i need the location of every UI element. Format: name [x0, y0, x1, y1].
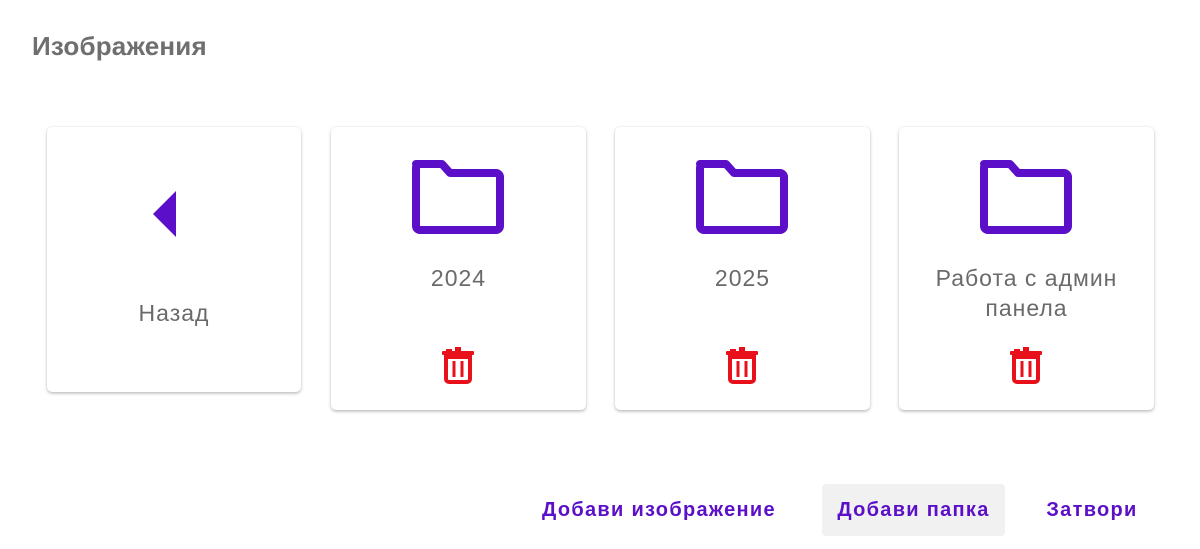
folder-icon — [412, 160, 504, 234]
folder-icon — [980, 160, 1072, 234]
folder-icon — [696, 160, 788, 234]
dialog-title: Изображения — [32, 31, 207, 61]
images-dialog: Изображения Назад 2024 2025 Работа с адм… — [0, 0, 1200, 549]
folder-card-2024[interactable]: 2024 — [331, 127, 586, 410]
folder-label: 2024 — [430, 265, 487, 291]
add-folder-button[interactable]: Добави папка — [822, 484, 1005, 536]
trash-icon[interactable] — [1006, 345, 1046, 385]
trash-icon[interactable] — [722, 345, 762, 385]
back-card[interactable] — [47, 127, 301, 392]
add-image-button[interactable]: Добави изображение — [528, 484, 790, 536]
arrow-left-icon — [153, 191, 176, 237]
folder-label: Работа с админ панела — [935, 265, 1118, 321]
close-button[interactable]: Затвори — [1034, 484, 1150, 536]
trash-icon[interactable] — [438, 345, 478, 385]
folder-card-admin-panel[interactable]: Работа с админ панела — [899, 127, 1154, 410]
folder-label: 2025 — [714, 265, 771, 291]
back-label: Назад — [138, 300, 210, 326]
folder-card-2025[interactable]: 2025 — [615, 127, 870, 410]
